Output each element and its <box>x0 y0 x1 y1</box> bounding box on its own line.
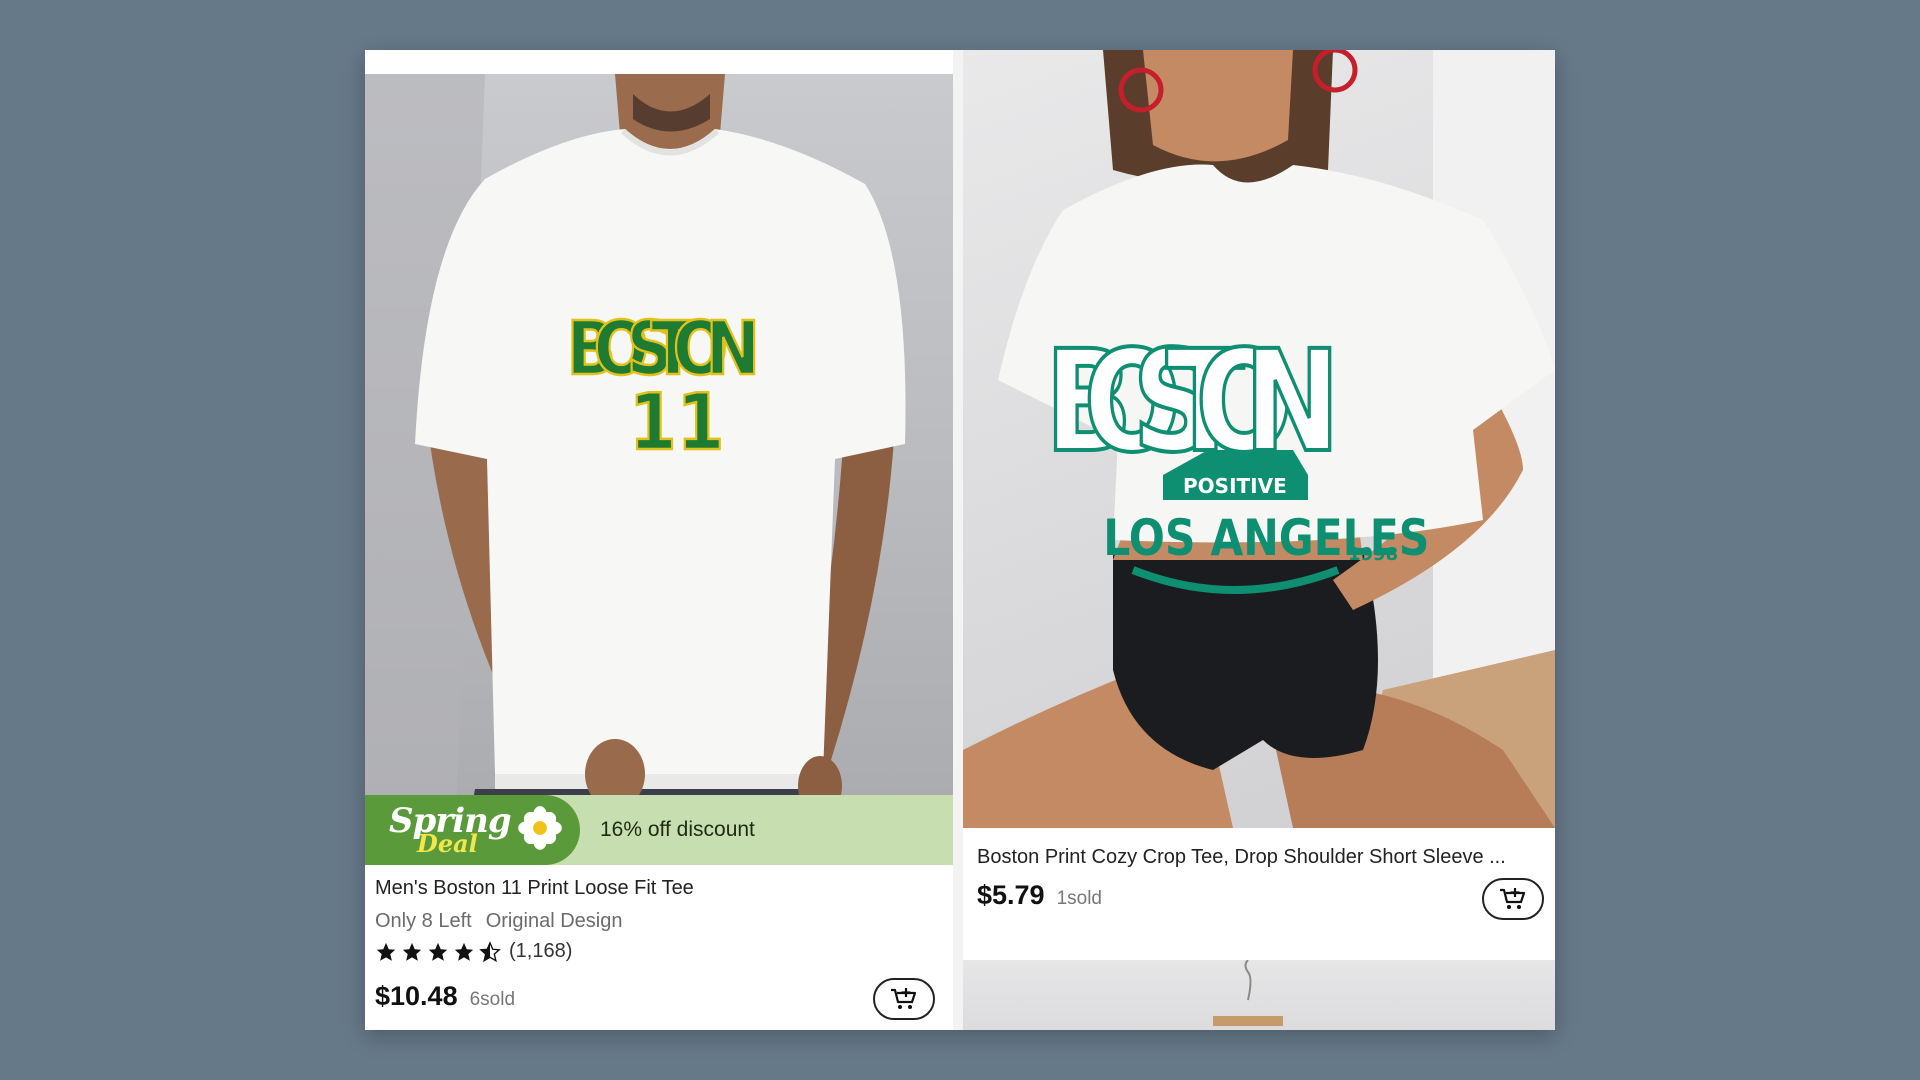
rating-count: (1,168) <box>509 940 573 962</box>
star-icon <box>402 942 422 961</box>
price-row: $5.79 1sold <box>977 880 1102 911</box>
svg-text:POSITIVE: POSITIVE <box>1183 474 1287 498</box>
product-image-2[interactable]: BOSTON POSITIVE LOS ANGELES 1998 <box>963 50 1555 828</box>
product-card-3-peek[interactable] <box>963 960 1555 1030</box>
add-to-cart-button[interactable] <box>873 978 935 1020</box>
svg-text:1998: 1998 <box>1348 544 1398 565</box>
promo-badge-sub: Deal <box>417 829 478 858</box>
svg-text:11: 11 <box>629 378 724 468</box>
hanger-icon <box>1213 960 1283 1026</box>
product-meta: Only 8 Left Original Design <box>375 910 622 933</box>
sold-count: 1sold <box>1056 888 1102 909</box>
star-icon <box>454 942 474 961</box>
price-row: $10.48 6sold <box>375 981 515 1012</box>
cart-add-icon <box>891 988 917 1009</box>
rating-row: (1,168) <box>375 940 572 963</box>
promo-banner: Spring Deal 16% off discount <box>365 795 953 865</box>
star-icon <box>428 942 448 961</box>
grid-gutter <box>953 50 963 1030</box>
add-to-cart-button[interactable] <box>1482 878 1544 920</box>
product-title[interactable]: Boston Print Cozy Crop Tee, Drop Shoulde… <box>977 846 1537 869</box>
product-card-1[interactable]: BOSTON 11 Spring Deal 16% off discount M… <box>365 50 953 1030</box>
stock-label: Only 8 Left <box>375 910 472 932</box>
price: $5.79 <box>977 880 1045 910</box>
spring-deal-badge: Spring Deal <box>365 795 580 865</box>
price: $10.48 <box>375 981 458 1011</box>
design-tag: Original Design <box>485 910 623 932</box>
product-photo-illustration: BOSTON POSITIVE LOS ANGELES 1998 <box>963 50 1555 828</box>
flower-icon <box>518 806 562 850</box>
product-grid: BOSTON 11 Spring Deal 16% off discount M… <box>365 50 1555 1030</box>
star-icon <box>376 942 396 961</box>
product-card-2[interactable]: BOSTON POSITIVE LOS ANGELES 1998 Boston … <box>963 50 1555 960</box>
product-title[interactable]: Men's Boston 11 Print Loose Fit Tee <box>375 877 935 900</box>
product-photo-illustration: BOSTON 11 <box>365 74 906 844</box>
star-half-icon <box>479 940 501 962</box>
promo-discount-text: 16% off discount <box>600 818 755 841</box>
cart-add-icon <box>1500 888 1526 909</box>
product-image-1[interactable]: BOSTON 11 <box>365 74 953 844</box>
sold-count: 6sold <box>469 989 516 1010</box>
